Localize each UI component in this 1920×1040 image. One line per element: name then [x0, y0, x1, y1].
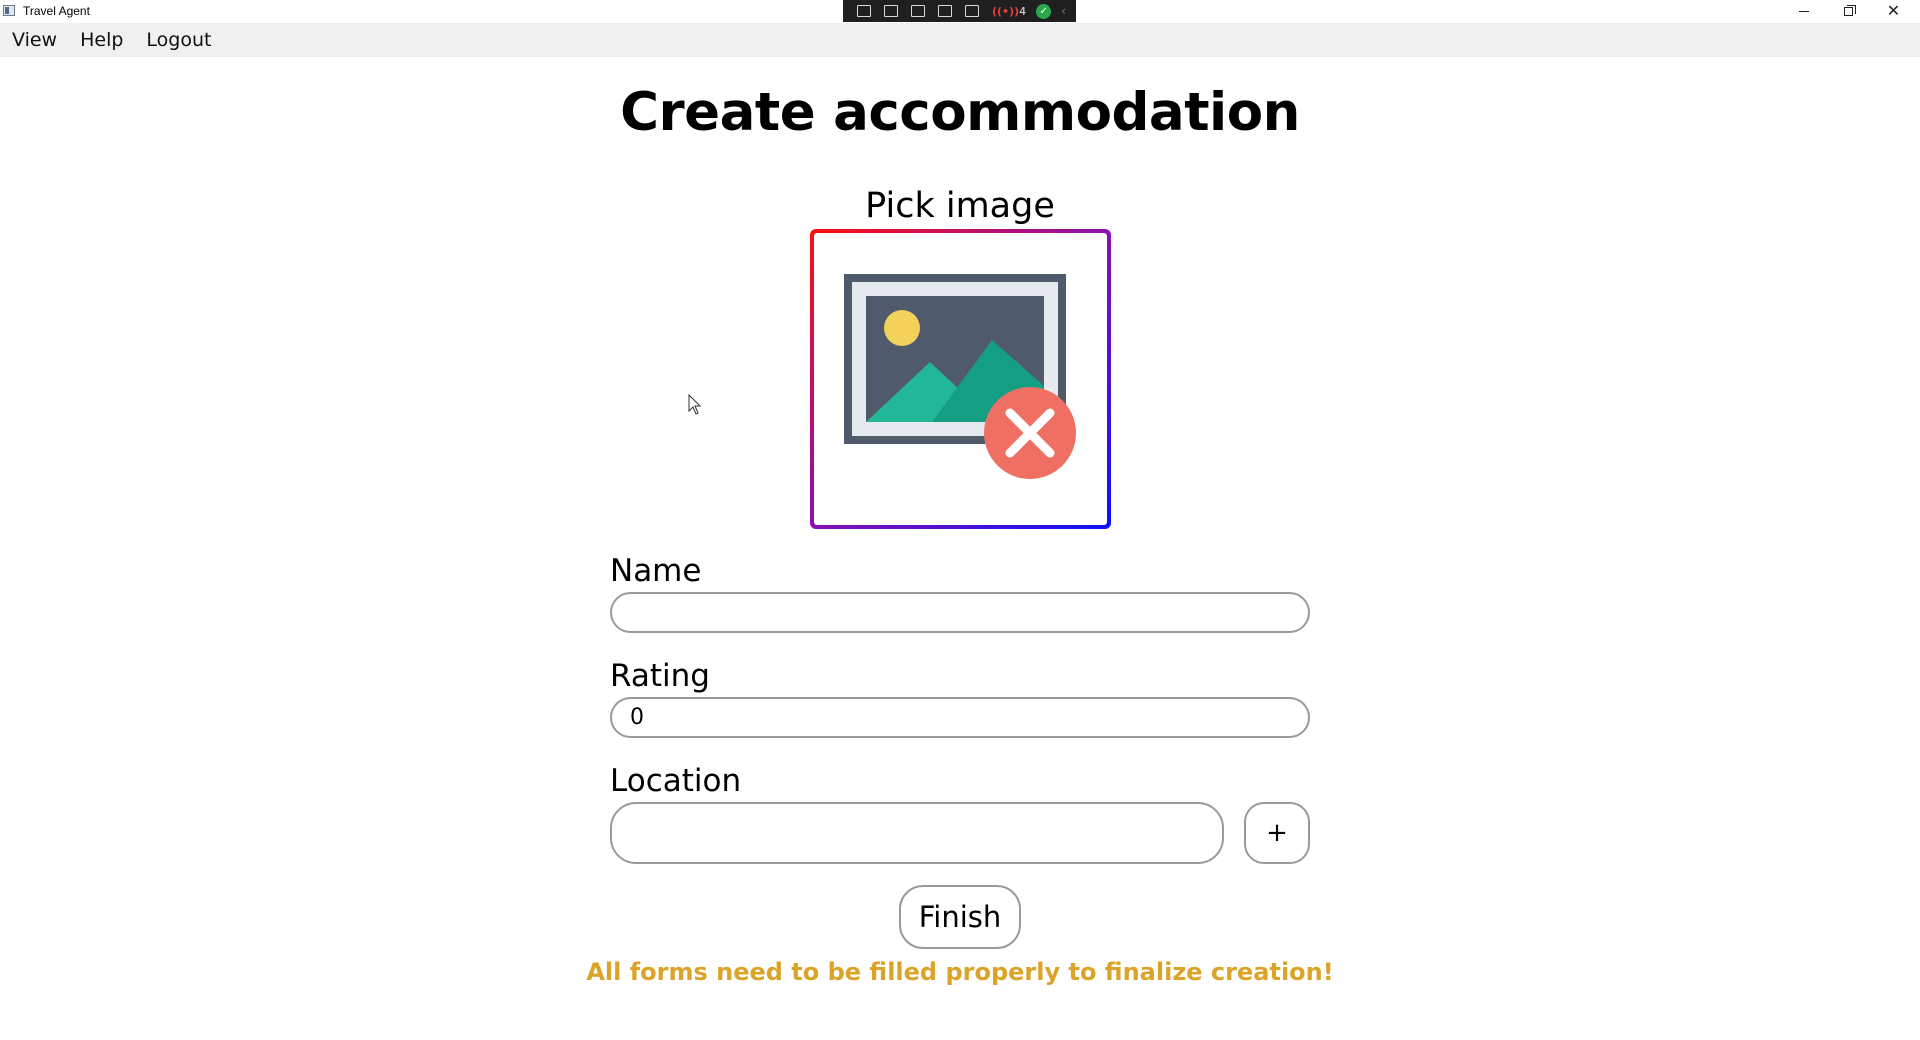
recording-toolbar: ((•))4 ✓ ‹	[843, 0, 1076, 22]
chevron-left-icon[interactable]: ‹	[1061, 4, 1066, 18]
menu-logout[interactable]: Logout	[146, 29, 211, 51]
app-icon	[3, 5, 15, 16]
name-label: Name	[610, 553, 702, 589]
window-titlebar: Travel Agent ((•))4 ✓ ‹ ✕	[0, 0, 1920, 23]
close-window-button[interactable]: ✕	[1871, 0, 1916, 22]
mouse-cursor-icon	[688, 394, 702, 415]
minimize-button[interactable]	[1781, 0, 1826, 22]
restore-button[interactable]	[1826, 0, 1871, 22]
window-title: Travel Agent	[23, 4, 90, 18]
location-label: Location	[610, 763, 742, 799]
recording-count: ((•))4	[992, 4, 1027, 18]
name-input[interactable]	[610, 592, 1310, 633]
check-icon[interactable]: ✓	[1036, 3, 1052, 19]
close-icon: ✕	[1886, 1, 1901, 20]
validation-warning: All forms need to be filled properly to …	[586, 958, 1334, 986]
menu-bar: View Help Logout	[0, 23, 1920, 57]
minimize-icon	[1798, 10, 1809, 12]
page-title: Create accommodation	[620, 82, 1300, 143]
menu-help[interactable]: Help	[80, 29, 123, 51]
image-preview	[814, 233, 1107, 525]
restore-icon	[1844, 4, 1856, 16]
menu-view[interactable]: View	[12, 29, 57, 51]
camera-icon[interactable]	[884, 5, 898, 17]
rating-input[interactable]: 0	[610, 697, 1310, 738]
image-missing-icon	[844, 274, 1076, 479]
finish-button[interactable]: Finish	[899, 885, 1021, 949]
pointer-icon[interactable]	[911, 5, 925, 17]
window-select-icon[interactable]	[965, 5, 979, 17]
add-location-button[interactable]: +	[1244, 802, 1310, 864]
image-picker[interactable]	[810, 229, 1111, 529]
pick-image-label: Pick image	[865, 186, 1055, 226]
settings-icon[interactable]	[857, 5, 871, 17]
region-select-icon[interactable]	[938, 5, 952, 17]
rating-label: Rating	[610, 658, 710, 694]
location-input[interactable]	[610, 802, 1224, 864]
